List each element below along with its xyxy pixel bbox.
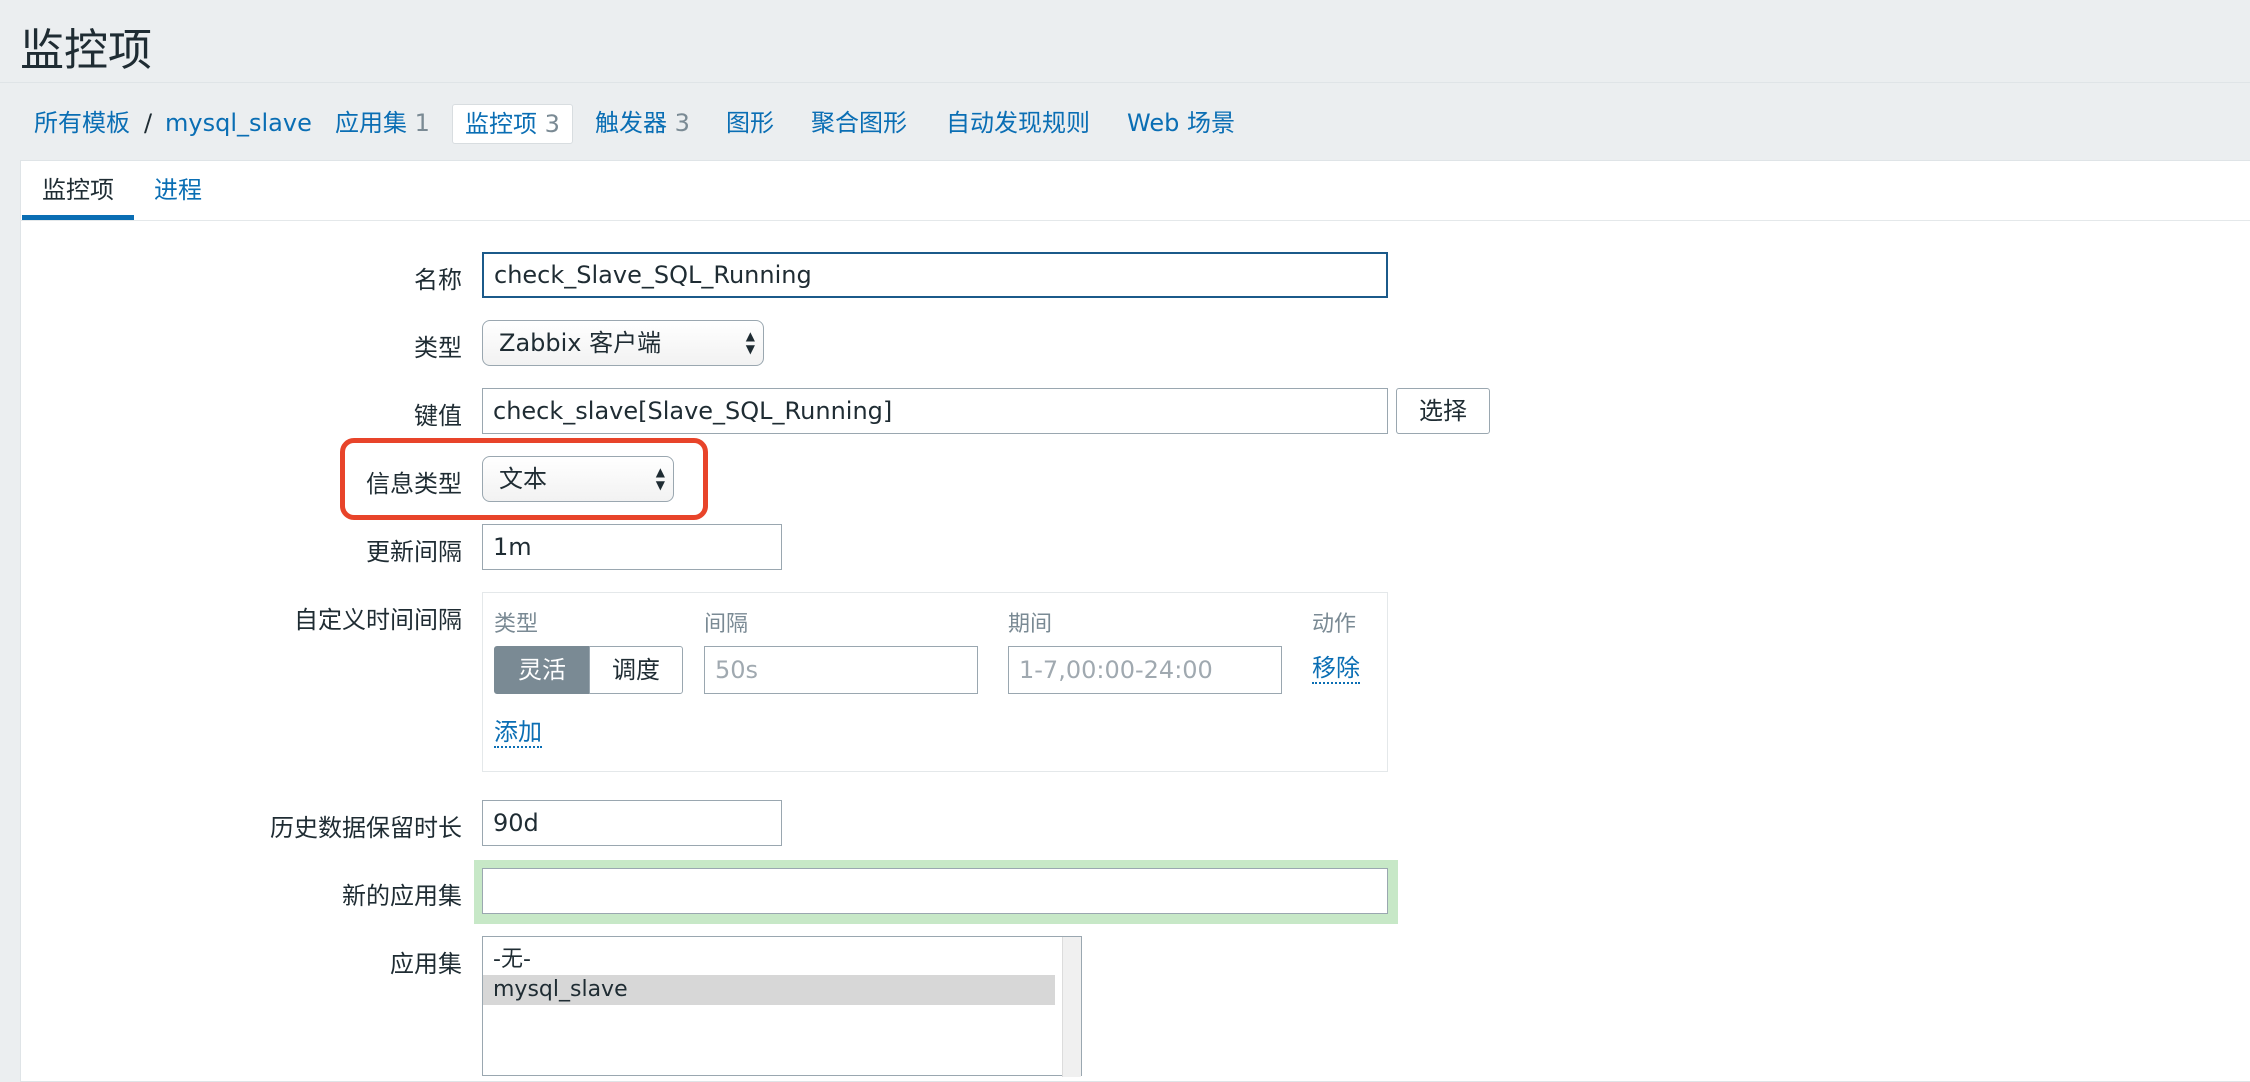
nav-discovery-rules[interactable]: 自动发现规则 <box>946 104 1090 142</box>
info-type-select-value: 文本 <box>499 465 547 493</box>
tab-item[interactable]: 监控项 <box>22 160 134 220</box>
nav-applications-count: 1 <box>414 109 430 137</box>
history-label: 历史数据保留时长 <box>270 814 462 842</box>
nav-screens[interactable]: 聚合图形 <box>811 104 907 142</box>
key-input[interactable]: check_slave[Slave_SQL_Running] <box>482 388 1388 434</box>
history-input[interactable]: 90d <box>482 800 782 846</box>
col-period-header: 期间 <box>1008 612 1053 637</box>
info-type-label: 信息类型 <box>366 470 462 498</box>
col-interval-header: 间隔 <box>704 612 749 637</box>
nav-triggers-label: 触发器 <box>595 109 667 137</box>
add-interval-link[interactable]: 添加 <box>494 718 542 748</box>
nav-applications-label: 应用集 <box>335 109 407 137</box>
key-label: 键值 <box>414 402 462 430</box>
interval-input[interactable]: 50s <box>704 646 978 694</box>
select-arrows-icon: ▲ ▼ <box>745 329 755 356</box>
name-input[interactable]: check_Slave_SQL_Running <box>482 252 1388 298</box>
col-action-header: 动作 <box>1312 612 1357 637</box>
update-interval-label: 更新间隔 <box>366 538 462 566</box>
type-label: 类型 <box>414 334 462 362</box>
nav-triggers-count: 3 <box>674 109 690 137</box>
new-application-label: 新的应用集 <box>342 882 462 910</box>
tab-divider <box>20 220 2250 221</box>
update-interval-input[interactable]: 1m <box>482 524 782 570</box>
nav-triggers[interactable]: 触发器 3 <box>595 104 690 142</box>
tab-process[interactable]: 进程 <box>154 160 202 220</box>
nav-graphs[interactable]: 图形 <box>726 104 774 142</box>
period-input[interactable]: 1-7,00:00-24:00 <box>1008 646 1282 694</box>
remove-interval-link[interactable]: 移除 <box>1312 654 1360 684</box>
type-select[interactable]: Zabbix 客户端 ▲ ▼ <box>482 320 764 366</box>
applications-label: 应用集 <box>390 950 462 978</box>
breadcrumb-separator: / <box>144 109 153 137</box>
applications-listbox[interactable]: -无- mysql_slave <box>482 936 1082 1077</box>
breadcrumb-all-templates[interactable]: 所有模板 <box>34 104 130 142</box>
flexible-toggle[interactable]: 灵活 <box>494 646 590 694</box>
info-type-select[interactable]: 文本 ▲ ▼ <box>482 456 674 502</box>
nav-items-label: 监控项 <box>465 110 537 138</box>
applications-option-selected[interactable]: mysql_slave <box>483 975 1055 1005</box>
listbox-scrollbar[interactable] <box>1062 937 1081 1077</box>
scheduling-toggle[interactable]: 调度 <box>589 646 683 694</box>
type-select-value: Zabbix 客户端 <box>499 329 662 357</box>
name-label: 名称 <box>414 266 462 294</box>
custom-intervals-label: 自定义时间间隔 <box>294 606 462 634</box>
nav-items[interactable]: 监控项 3 <box>452 104 573 144</box>
nav-items-count: 3 <box>544 110 560 138</box>
select-arrows-icon: ▲ ▼ <box>655 465 665 492</box>
nav-web-scenarios[interactable]: Web 场景 <box>1127 104 1235 142</box>
new-application-input[interactable] <box>482 868 1388 914</box>
page-title: 监控项 <box>20 25 152 76</box>
header-divider <box>0 82 2250 83</box>
breadcrumb-template[interactable]: mysql_slave <box>165 104 312 142</box>
nav-applications[interactable]: 应用集 1 <box>335 104 430 142</box>
applications-option[interactable]: -无- <box>483 945 1055 975</box>
key-select-button[interactable]: 选择 <box>1396 388 1490 434</box>
col-type-header: 类型 <box>494 612 539 637</box>
